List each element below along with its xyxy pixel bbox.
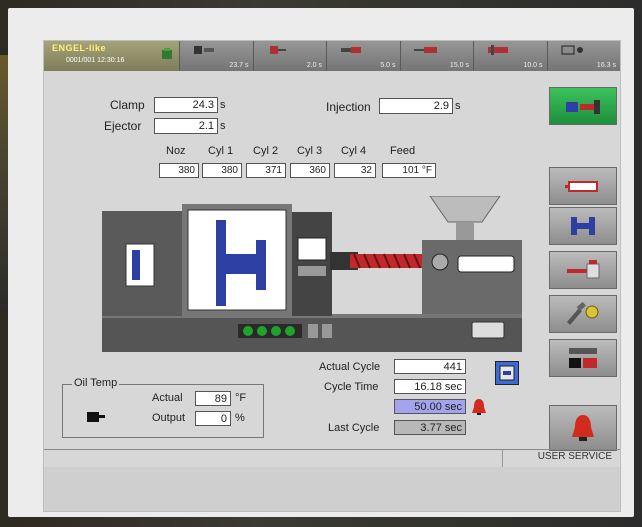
nav-tools-button[interactable]	[549, 295, 617, 333]
alarm-button[interactable]	[549, 405, 617, 451]
zone-temp-cyl3[interactable]: 360	[290, 163, 330, 178]
header-value-clamp: 23.7 s	[229, 62, 249, 69]
clamp-unit: s	[220, 99, 226, 111]
user-service-label[interactable]: USER SERVICE	[538, 451, 612, 462]
nav-clamp-button[interactable]	[549, 207, 617, 245]
moving-platen	[216, 220, 226, 306]
clamp-time-field[interactable]: 24.3	[154, 97, 218, 113]
motor	[471, 321, 505, 339]
oil-output-unit: %	[235, 412, 245, 424]
oil-actual-field[interactable]: 89	[195, 391, 231, 406]
alarm-bell-icon	[572, 415, 594, 441]
header-value-nozzle: 5.0 s	[380, 62, 396, 69]
screw-icon	[413, 47, 437, 53]
zone-header-cyl2: Cyl 2	[253, 145, 279, 157]
machine-diagram	[102, 196, 522, 352]
injection-unit-body	[422, 240, 522, 314]
header-cell-screw[interactable]: 15.0 s	[399, 41, 473, 71]
logo-timestamp: 0001/001 12:30:16	[66, 57, 125, 64]
zone-header-cyl3: Cyl 3	[297, 145, 323, 157]
hopper	[429, 196, 501, 223]
actual-cycle-field[interactable]: 441	[394, 359, 466, 374]
machine-logo: ENGEL-like 0001/001 12:30:16	[44, 41, 179, 71]
cycle-time-field[interactable]: 16.18 sec	[394, 379, 466, 394]
cycle-counter-button[interactable]	[495, 361, 519, 385]
header-cell-clamp[interactable]: 23.7 s	[179, 41, 253, 71]
header-cell-heater[interactable]: 10.0 s	[473, 41, 547, 71]
oil-output-label: Output	[152, 412, 186, 424]
stationary-platen	[292, 212, 332, 316]
actual-cycle-label: Actual Cycle	[319, 361, 381, 373]
ejector-time-field[interactable]: 2.1	[154, 118, 218, 134]
header-cell-monitor[interactable]: 16.3 s	[546, 41, 620, 71]
machine-overview-icon	[566, 100, 600, 114]
monitor-icon	[561, 45, 583, 55]
zone-temp-cyl2[interactable]: 371	[246, 163, 286, 178]
heater-band-icon	[565, 181, 598, 192]
header-value-monitor: 16.3 s	[596, 62, 616, 69]
oil-actual-label: Actual	[152, 392, 183, 404]
zone-header-nozzle: Noz	[166, 145, 186, 157]
hopper-throat	[456, 222, 474, 240]
injection-unit: s	[455, 100, 461, 112]
zone-temp-nozzle[interactable]: 380	[159, 163, 199, 178]
oil-temp-title: Oil Temp	[72, 377, 120, 389]
injection-unit-icon	[567, 260, 600, 279]
oil-pump-icon	[87, 412, 105, 422]
clamp-mold-icon	[571, 217, 595, 235]
clamp-icon	[194, 46, 214, 54]
control-panel-keys	[298, 266, 326, 276]
zone-temp-cyl4[interactable]: 32	[334, 163, 376, 178]
header-value-screw: 15.0 s	[449, 62, 469, 69]
nav-setup-button[interactable]	[549, 339, 617, 377]
injection-display	[457, 255, 515, 273]
control-display	[297, 237, 327, 261]
eject-icon	[269, 46, 286, 54]
injection-label: Injection	[326, 100, 371, 114]
heater-icon	[488, 45, 508, 55]
header-value-eject: 2.0 s	[306, 62, 322, 69]
fixed-mold-half	[256, 240, 266, 290]
mold-icon	[162, 48, 172, 59]
hmi-bezel: ENGEL-like 0001/001 12:30:16 23.7 s 2.0 …	[8, 8, 634, 517]
ejector-unit: s	[220, 120, 226, 132]
zone-header-cyl1: Cyl 1	[208, 145, 234, 157]
header-cell-nozzle[interactable]: 5.0 s	[326, 41, 400, 71]
clamp-label: Clamp	[110, 98, 145, 112]
injection-time-field[interactable]: 2.9	[379, 98, 453, 114]
pressure-gauge	[431, 253, 449, 271]
zone-temp-feed[interactable]: 101 °F	[382, 163, 436, 178]
nav-injection-button[interactable]	[549, 251, 617, 289]
header-cell-eject[interactable]: 2.0 s	[252, 41, 326, 71]
setup-icon	[569, 348, 597, 368]
counter-icon	[499, 365, 515, 381]
lower-blank-area	[44, 467, 620, 511]
status-lights	[238, 324, 332, 338]
tools-icon	[567, 301, 599, 325]
logo-line-1: ENGEL-like	[52, 43, 107, 53]
nav-overview-button[interactable]	[549, 87, 617, 125]
hmi-screen: ENGEL-like 0001/001 12:30:16 23.7 s 2.0 …	[43, 40, 621, 512]
header-value-heater: 10.0 s	[523, 62, 543, 69]
zone-header-cyl4: Cyl 4	[341, 145, 367, 157]
nav-temperature-button[interactable]	[549, 167, 617, 205]
last-cycle-field[interactable]: 3.77 sec	[394, 420, 466, 435]
oil-output-field[interactable]: 0	[195, 411, 231, 426]
cycle-time-setpoint[interactable]: 50.00 sec	[394, 399, 466, 414]
right-nav	[549, 81, 617, 481]
cycle-time-label: Cycle Time	[324, 381, 379, 393]
cycle-alarm-bell-icon	[472, 399, 486, 415]
rear-platen-cylinder	[132, 250, 140, 280]
ejector-label: Ejector	[104, 119, 142, 133]
top-status-bar: ENGEL-like 0001/001 12:30:16 23.7 s 2.0 …	[44, 41, 620, 71]
last-cycle-label: Last Cycle	[328, 422, 380, 434]
zone-header-feed: Feed	[390, 145, 416, 157]
nozzle-icon	[341, 47, 361, 53]
status-message-area	[44, 450, 503, 468]
zone-temp-cyl1[interactable]: 380	[202, 163, 242, 178]
oil-actual-unit: °F	[235, 392, 247, 404]
status-bar	[44, 449, 620, 468]
mold-half	[226, 254, 256, 274]
